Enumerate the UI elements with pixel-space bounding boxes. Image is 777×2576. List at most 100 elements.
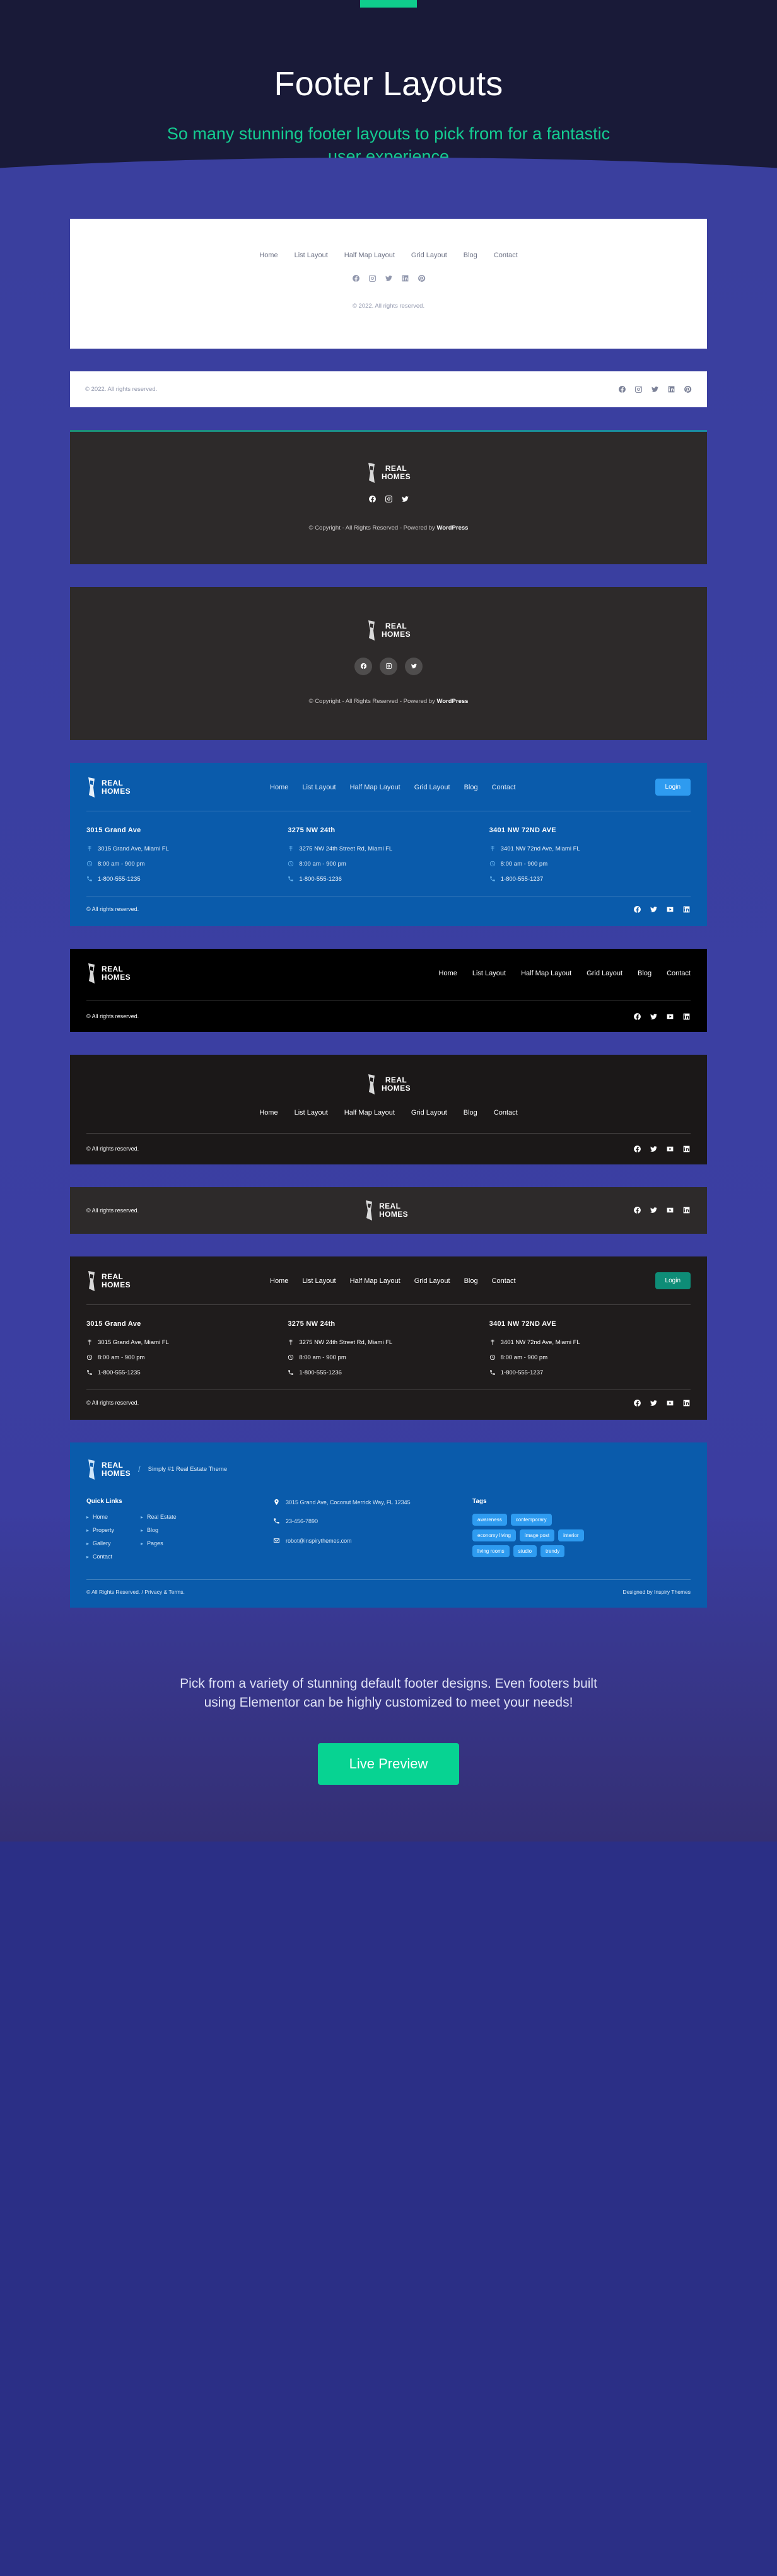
youtube-icon[interactable] xyxy=(666,1206,674,1214)
twitter-icon[interactable] xyxy=(401,495,409,503)
footer4-logo[interactable]: REAL HOMES xyxy=(70,620,707,641)
nav-link-grid-layout[interactable]: Grid Layout xyxy=(411,1109,447,1117)
nav-link-home[interactable]: Home xyxy=(259,1109,278,1117)
nav-link-half-map-layout[interactable]: Half Map Layout xyxy=(521,970,571,977)
nav-link-half-map-layout[interactable]: Half Map Layout xyxy=(344,252,395,259)
facebook-icon[interactable] xyxy=(633,905,641,914)
nav-link-list-layout[interactable]: List Layout xyxy=(295,252,328,259)
linkedin-icon[interactable] xyxy=(667,385,675,393)
footer10-designed-by[interactable]: Designed by Inspiry Themes xyxy=(622,1589,691,1595)
facebook-icon[interactable] xyxy=(368,495,377,503)
nav-link-blog[interactable]: Blog xyxy=(464,784,478,791)
nav-link-list-layout[interactable]: List Layout xyxy=(302,784,336,791)
nav-link-half-map-layout[interactable]: Half Map Layout xyxy=(350,1277,400,1285)
twitter-icon[interactable] xyxy=(650,1206,658,1214)
nav-link-home[interactable]: Home xyxy=(259,252,278,259)
footer6-logo[interactable]: REAL HOMES xyxy=(86,963,131,984)
linkedin-icon[interactable] xyxy=(401,274,409,282)
youtube-icon[interactable] xyxy=(666,1012,674,1021)
login-button[interactable]: Login xyxy=(655,779,691,796)
nav-link-list-layout[interactable]: List Layout xyxy=(472,970,506,977)
facebook-icon[interactable] xyxy=(633,1145,641,1153)
twitter-icon[interactable] xyxy=(651,385,659,393)
list-item[interactable]: Home xyxy=(86,1514,114,1520)
facebook-icon[interactable] xyxy=(352,274,360,282)
linkedin-icon[interactable] xyxy=(682,1399,691,1407)
instagram-icon[interactable] xyxy=(634,385,643,393)
list-item[interactable]: Contact xyxy=(86,1553,114,1560)
facebook-icon[interactable] xyxy=(633,1206,641,1214)
office-phone[interactable]: 1-800-555-1235 xyxy=(98,1369,141,1376)
nav-link-contact[interactable]: Contact xyxy=(494,1109,518,1117)
twitter-icon[interactable] xyxy=(650,905,658,914)
instagram-icon[interactable] xyxy=(368,274,377,282)
list-item[interactable]: Real Estate xyxy=(141,1514,177,1520)
linkedin-icon[interactable] xyxy=(682,1206,691,1214)
twitter-icon[interactable] xyxy=(385,274,393,282)
wordpress-link[interactable]: WordPress xyxy=(436,525,468,531)
footer8-logo[interactable]: REAL HOMES xyxy=(364,1200,408,1221)
footer3-logo[interactable]: REAL HOMES xyxy=(70,462,707,484)
instagram-button[interactable] xyxy=(380,657,397,675)
contact-phone[interactable]: 23-456-7890 xyxy=(286,1517,318,1526)
live-preview-button[interactable]: Live Preview xyxy=(317,1743,460,1785)
linkedin-icon[interactable] xyxy=(682,1145,691,1153)
tag-chip[interactable]: studio xyxy=(513,1545,537,1557)
tag-chip[interactable]: contemporary xyxy=(510,1513,552,1526)
nav-link-contact[interactable]: Contact xyxy=(492,784,516,791)
pinterest-icon[interactable] xyxy=(684,385,692,393)
list-item[interactable]: Pages xyxy=(141,1540,177,1546)
wordpress-link[interactable]: WordPress xyxy=(436,698,468,705)
office-phone[interactable]: 1-800-555-1236 xyxy=(299,876,342,883)
office-phone[interactable]: 1-800-555-1235 xyxy=(98,876,141,883)
nav-link-grid-layout[interactable]: Grid Layout xyxy=(414,784,450,791)
footer10-copyright[interactable]: © All Rights Reserved. / Privacy & Terms… xyxy=(86,1589,185,1595)
tag-chip[interactable]: image post xyxy=(519,1529,555,1541)
facebook-icon[interactable] xyxy=(618,385,626,393)
nav-link-home[interactable]: Home xyxy=(270,1277,288,1285)
twitter-icon[interactable] xyxy=(650,1399,658,1407)
list-item[interactable]: Gallery xyxy=(86,1540,114,1546)
nav-link-home[interactable]: Home xyxy=(439,970,457,977)
nav-link-blog[interactable]: Blog xyxy=(464,1277,478,1285)
nav-link-grid-layout[interactable]: Grid Layout xyxy=(587,970,622,977)
linkedin-icon[interactable] xyxy=(682,1012,691,1021)
nav-link-grid-layout[interactable]: Grid Layout xyxy=(411,252,447,259)
tag-chip[interactable]: interior xyxy=(558,1529,584,1541)
tag-chip[interactable]: trendy xyxy=(540,1545,565,1557)
office-phone[interactable]: 1-800-555-1236 xyxy=(299,1369,342,1376)
nav-link-list-layout[interactable]: List Layout xyxy=(295,1109,328,1117)
login-button[interactable]: Login xyxy=(655,1272,691,1290)
pinterest-icon[interactable] xyxy=(418,274,426,282)
office-phone[interactable]: 1-800-555-1237 xyxy=(501,1369,544,1376)
twitter-button[interactable] xyxy=(405,657,423,675)
nav-link-list-layout[interactable]: List Layout xyxy=(302,1277,336,1285)
twitter-icon[interactable] xyxy=(650,1145,658,1153)
nav-link-half-map-layout[interactable]: Half Map Layout xyxy=(350,784,400,791)
footer7-logo[interactable]: REAL HOMES xyxy=(86,1074,691,1095)
nav-link-half-map-layout[interactable]: Half Map Layout xyxy=(344,1109,395,1117)
nav-link-blog[interactable]: Blog xyxy=(638,970,651,977)
tag-chip[interactable]: awareness xyxy=(472,1513,507,1526)
facebook-icon[interactable] xyxy=(633,1399,641,1407)
list-item[interactable]: Blog xyxy=(141,1527,177,1533)
linkedin-icon[interactable] xyxy=(682,905,691,914)
nav-link-home[interactable]: Home xyxy=(270,784,288,791)
youtube-icon[interactable] xyxy=(666,905,674,914)
nav-link-contact[interactable]: Contact xyxy=(494,252,518,259)
tag-chip[interactable]: economy living xyxy=(472,1529,516,1541)
contact-email[interactable]: robot@inspirythemes.com xyxy=(286,1536,352,1545)
youtube-icon[interactable] xyxy=(666,1399,674,1407)
instagram-icon[interactable] xyxy=(385,495,393,503)
list-item[interactable]: Property xyxy=(86,1527,114,1533)
nav-link-grid-layout[interactable]: Grid Layout xyxy=(414,1277,450,1285)
nav-link-contact[interactable]: Contact xyxy=(667,970,691,977)
facebook-button[interactable] xyxy=(354,657,372,675)
tag-chip[interactable]: living rooms xyxy=(472,1545,510,1557)
twitter-icon[interactable] xyxy=(650,1012,658,1021)
youtube-icon[interactable] xyxy=(666,1145,674,1153)
footer5-logo[interactable]: REAL HOMES xyxy=(86,777,131,798)
footer10-logo[interactable]: REAL HOMES xyxy=(86,1459,131,1480)
facebook-icon[interactable] xyxy=(633,1012,641,1021)
nav-link-blog[interactable]: Blog xyxy=(464,1109,477,1117)
